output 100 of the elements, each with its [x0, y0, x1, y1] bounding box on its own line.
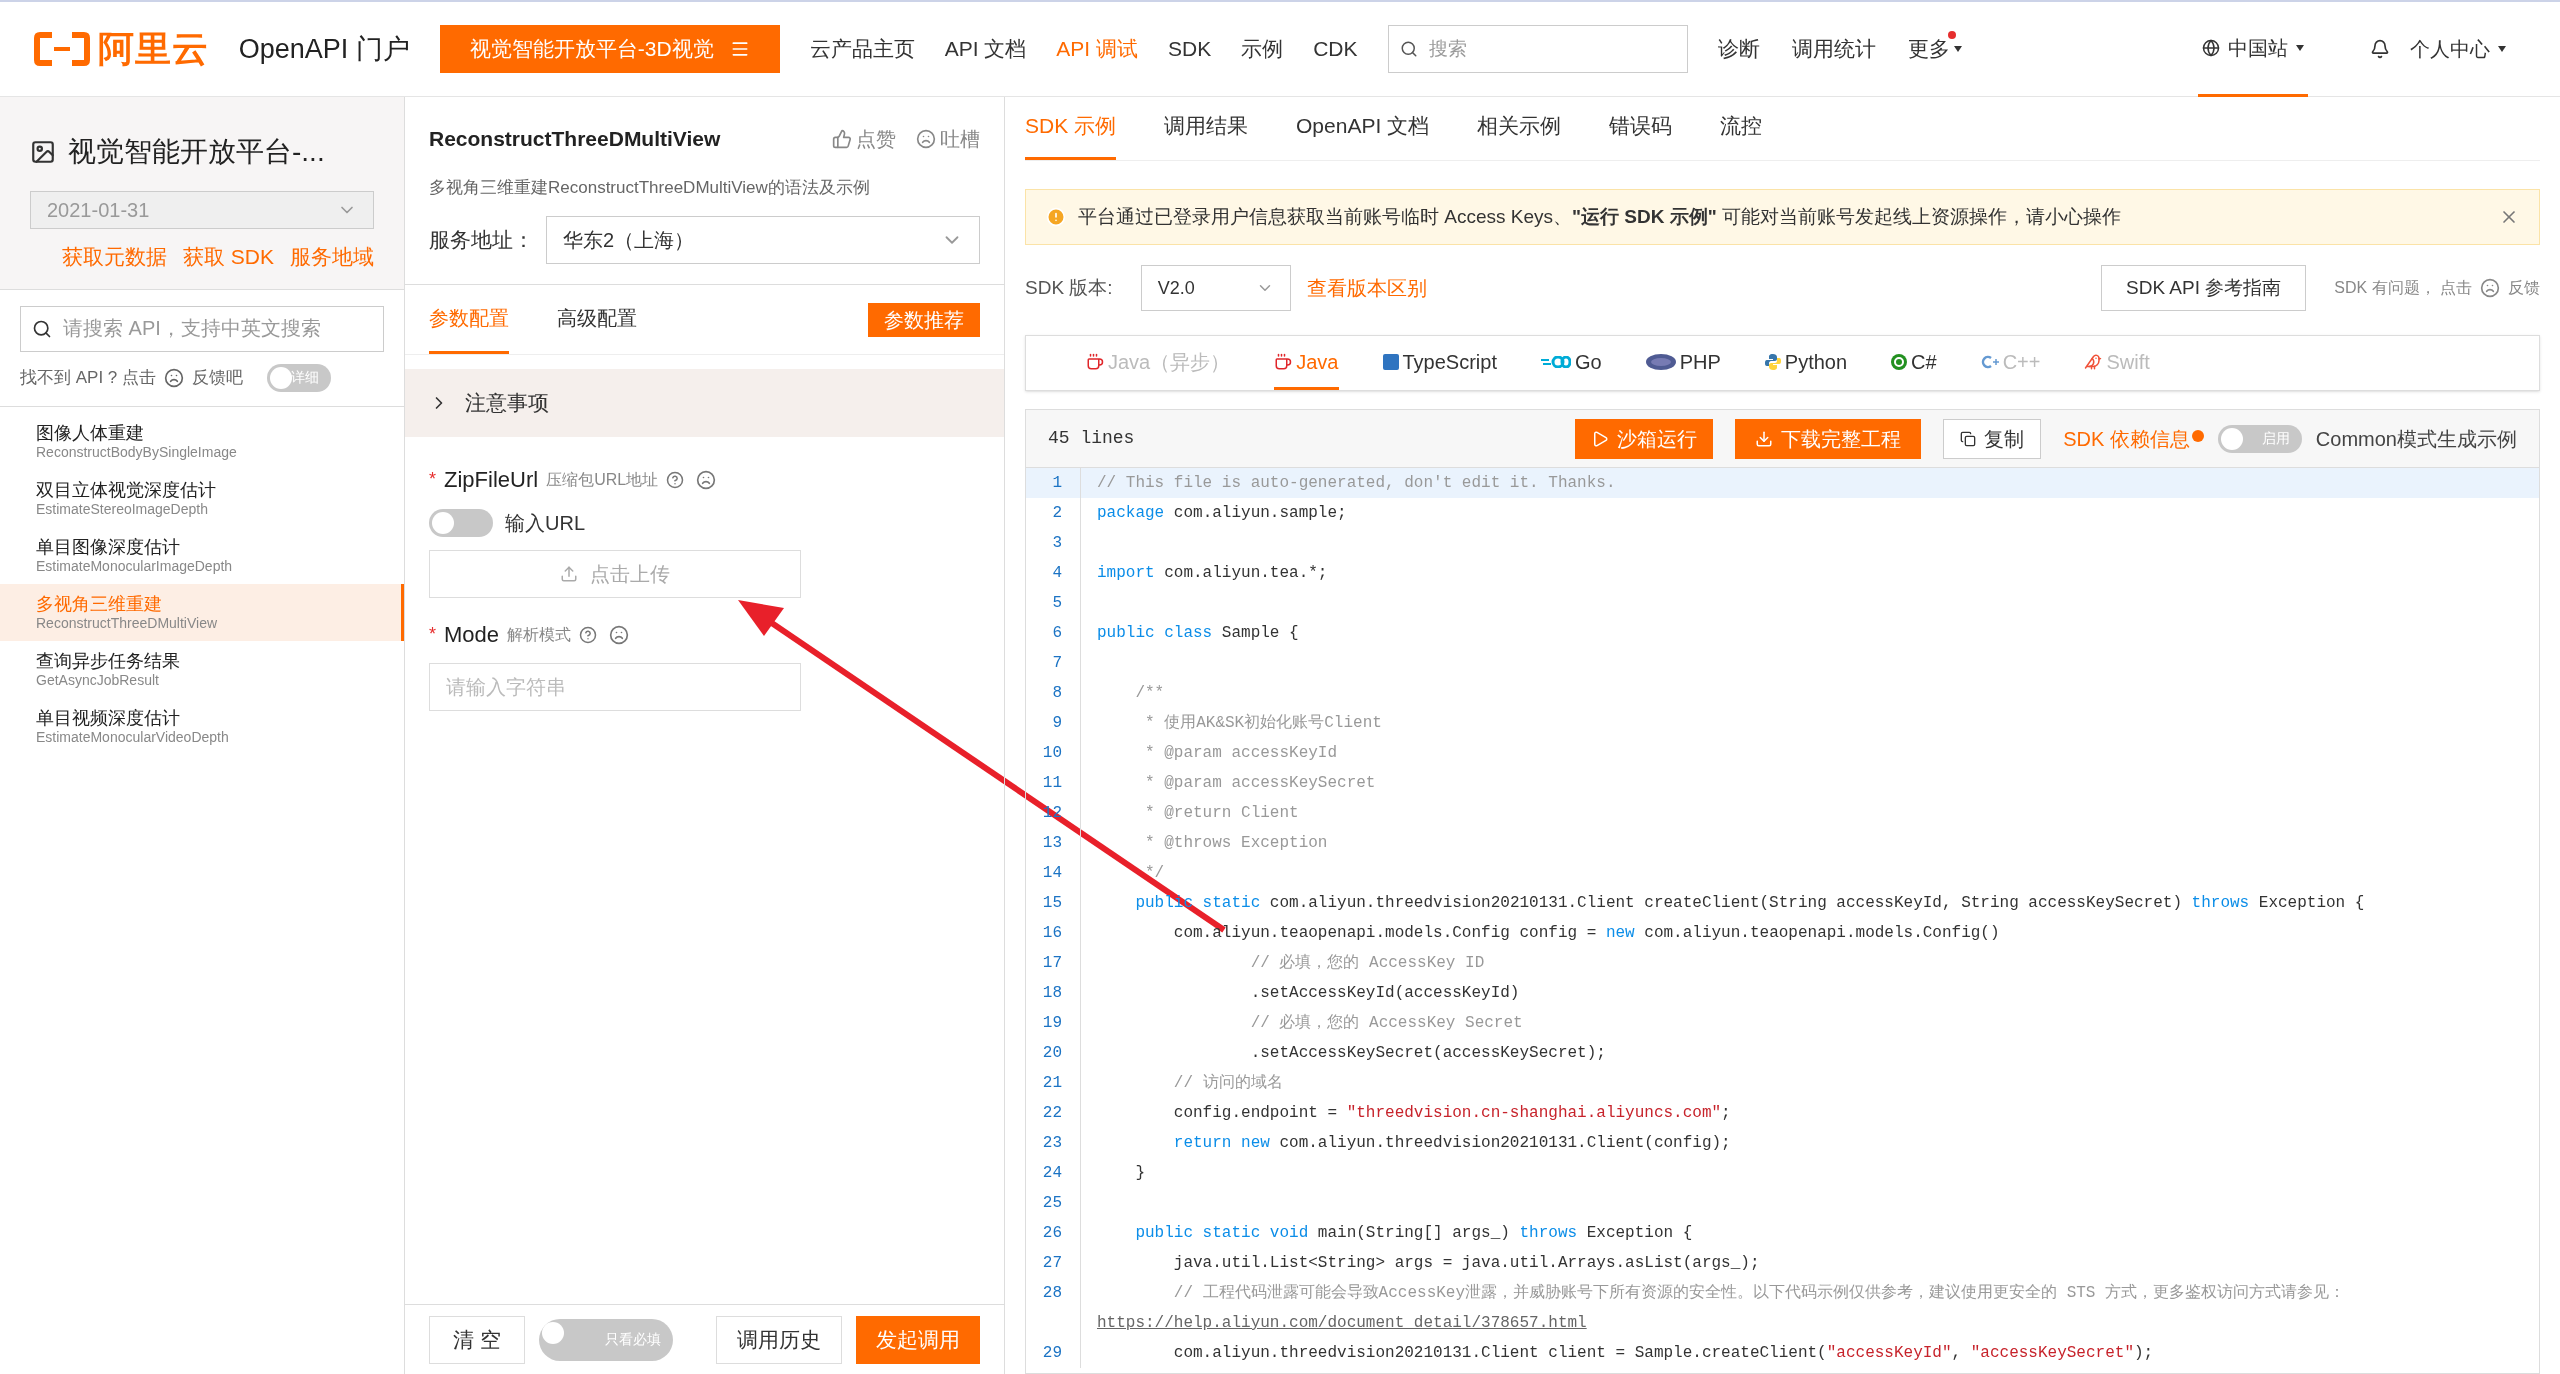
- sdk-tab[interactable]: 流控: [1720, 109, 1763, 160]
- nav-link[interactable]: 调用统计: [1791, 33, 1876, 65]
- help-icon[interactable]: [666, 470, 685, 489]
- typescript-icon: [1382, 353, 1399, 370]
- line-number: 25: [1041, 1193, 1063, 1214]
- code-line: // 工程代码泄露可能会导致AccessKey泄露，并威胁账号下所有资源的安全性。以下代码示例仅供参考，建议使用更安全的 STS 方式，更多鉴权访问方式请参见：: [1172, 1282, 2346, 1304]
- line-number: 20: [1041, 1043, 1063, 1064]
- history-button[interactable]: 调用历史: [716, 1315, 842, 1364]
- swift-bird-icon: [2084, 352, 2103, 371]
- help-icon[interactable]: [579, 625, 598, 644]
- code-line: .setAccessKeySecret(accessKeySecret);: [1249, 1043, 1606, 1064]
- api-list-item[interactable]: 查询异步任务结果 GetAsyncJobResult: [0, 640, 404, 698]
- copy-button[interactable]: 复制: [1943, 418, 2042, 459]
- line-number: 11: [1041, 773, 1063, 794]
- reference-button[interactable]: SDK API 参考指南: [2101, 265, 2307, 311]
- api-description: 多视角三维重建ReconstructThreeDMultiView的语法及示例: [429, 176, 871, 199]
- nav-link[interactable]: 诊断: [1717, 33, 1760, 65]
- complain-button[interactable]: 吐槽: [916, 123, 980, 154]
- csharp-icon: [1891, 353, 1908, 370]
- service-label: 服务地址：: [429, 227, 534, 254]
- api-list-item[interactable]: 双目立体视觉深度估计 EstimateStereoImageDepth: [0, 469, 404, 527]
- upload-icon: [560, 565, 578, 583]
- user-menu[interactable]: 个人中心: [2410, 34, 2506, 64]
- nav-link[interactable]: SDK: [1168, 33, 1212, 65]
- code-line: // 访问的域名: [1172, 1072, 1283, 1094]
- notice-label: 注意事项: [465, 390, 549, 417]
- line-number: 2: [1051, 503, 1063, 524]
- nav-link[interactable]: CDK: [1313, 33, 1358, 65]
- python-icon: [1764, 353, 1781, 370]
- code-line: public class Sample {: [1097, 623, 1299, 644]
- api-title: ReconstructThreeDMultiView: [429, 126, 722, 152]
- go-gopher-icon: [1541, 355, 1571, 368]
- code-line: */: [1144, 863, 1165, 884]
- bell-icon[interactable]: [2370, 39, 2390, 59]
- sdk-tab[interactable]: 相关示例: [1477, 109, 1562, 160]
- code-line: // This file is auto-generated, don't edit it. Thanks.: [1097, 473, 1616, 494]
- alert-text: 平台通过已登录用户信息获取当前账号临时 Access Keys、"运行 SDK 示例" 可能对当前账号发起线上资源操作，请小心操作: [1078, 204, 2123, 229]
- notice-row[interactable]: 注意事项: [405, 369, 1004, 437]
- code-line: // 必填，您的 AccessKey Secret: [1249, 1013, 1523, 1034]
- logo-text: 阿里云: [98, 27, 209, 71]
- nav-link[interactable]: API 文档: [944, 33, 1027, 65]
- language-tab[interactable]: Python: [1764, 336, 1848, 390]
- api-search-field[interactable]: 请搜索 API，支持中英文搜索: [20, 305, 384, 352]
- service-select[interactable]: 华东2（上海）: [546, 216, 980, 264]
- api-code: EstimateMonocularImageDepth: [36, 557, 234, 575]
- url-toggle[interactable]: [429, 509, 493, 537]
- language-tab[interactable]: PHP: [1645, 336, 1721, 390]
- line-number: 9: [1051, 713, 1063, 734]
- sad-face-icon[interactable]: [609, 624, 630, 645]
- sad-face-icon[interactable]: [164, 367, 185, 388]
- image-icon: [30, 139, 56, 165]
- api-name: 单目图像深度估计: [36, 535, 181, 558]
- sad-face-icon[interactable]: [2480, 278, 2500, 298]
- line-number: 21: [1041, 1073, 1063, 1094]
- line-number: 14: [1041, 863, 1063, 884]
- sdk-tab[interactable]: OpenAPI 文档: [1296, 109, 1430, 160]
- like-button[interactable]: 点赞: [832, 123, 896, 154]
- api-list-item[interactable]: 单目图像深度估计 EstimateMonocularImageDepth: [0, 526, 404, 584]
- language-tab[interactable]: Go: [1541, 336, 1602, 390]
- config-tab[interactable]: 高级配置: [557, 285, 637, 354]
- clear-button[interactable]: 清 空: [429, 1315, 525, 1364]
- sdk-tab[interactable]: 错误码: [1609, 109, 1673, 160]
- line-number: 3: [1051, 533, 1063, 554]
- language-tab[interactable]: C#: [1891, 336, 1937, 390]
- code-line: /**: [1134, 683, 1165, 704]
- language-tab[interactable]: TypeScript: [1382, 336, 1497, 390]
- line-number: 26: [1041, 1223, 1063, 1244]
- nav-link[interactable]: 云产品主页: [809, 33, 915, 65]
- api-name: 单目视频深度估计: [36, 706, 181, 729]
- api-list-item[interactable]: 图像人体重建 ReconstructBodyBySingleImage: [0, 412, 404, 470]
- param-description: 解析模式: [507, 624, 572, 645]
- api-list-item[interactable]: 单目视频深度估计 EstimateMonocularVideoDepth: [0, 697, 404, 755]
- line-number: 17: [1041, 953, 1063, 974]
- region-selector[interactable]: 中国站: [2198, 1, 2308, 97]
- api-name: 查询异步任务结果: [36, 649, 181, 672]
- thumbs-up-icon: [832, 128, 852, 149]
- code-line: java.util.List<String> args = java.util.Arrays.asList(args_);: [1172, 1253, 1760, 1274]
- coffee-cup-icon: [1274, 352, 1293, 371]
- param-name: Mode: [444, 621, 500, 649]
- sad-face-icon[interactable]: [696, 469, 717, 490]
- line-number: 24: [1041, 1163, 1063, 1184]
- sdk-tab[interactable]: 调用结果: [1164, 109, 1248, 160]
- code-line: return new com.aliyun.threedvision20210131.Client(config);: [1172, 1133, 1731, 1154]
- logo-icon: [34, 32, 90, 66]
- code-link[interactable]: https://help.aliyun.com/document_detail/378657.html: [1097, 1311, 1587, 1335]
- api-code: EstimateMonocularVideoDepth: [36, 728, 230, 746]
- search-field[interactable]: 搜索: [1387, 25, 1688, 73]
- coffee-cup-icon: [1086, 352, 1104, 371]
- param-input[interactable]: 请输入字符串: [429, 663, 801, 711]
- line-number: 28: [1041, 1283, 1063, 1304]
- version-select[interactable]: V2.0: [1140, 265, 1291, 311]
- play-icon: [1591, 429, 1610, 448]
- nav-link[interactable]: 示例: [1241, 33, 1284, 65]
- api-code: ReconstructBodyBySingleImage: [36, 443, 238, 461]
- line-number: 13: [1041, 833, 1063, 854]
- sidebar-title: 视觉智能开放平台-...: [68, 135, 325, 169]
- api-code: ReconstructThreeDMultiView: [36, 614, 219, 632]
- line-number: 27: [1041, 1253, 1063, 1274]
- nav-link[interactable]: 更多: [1907, 33, 1962, 65]
- line-number: 7: [1051, 653, 1063, 674]
